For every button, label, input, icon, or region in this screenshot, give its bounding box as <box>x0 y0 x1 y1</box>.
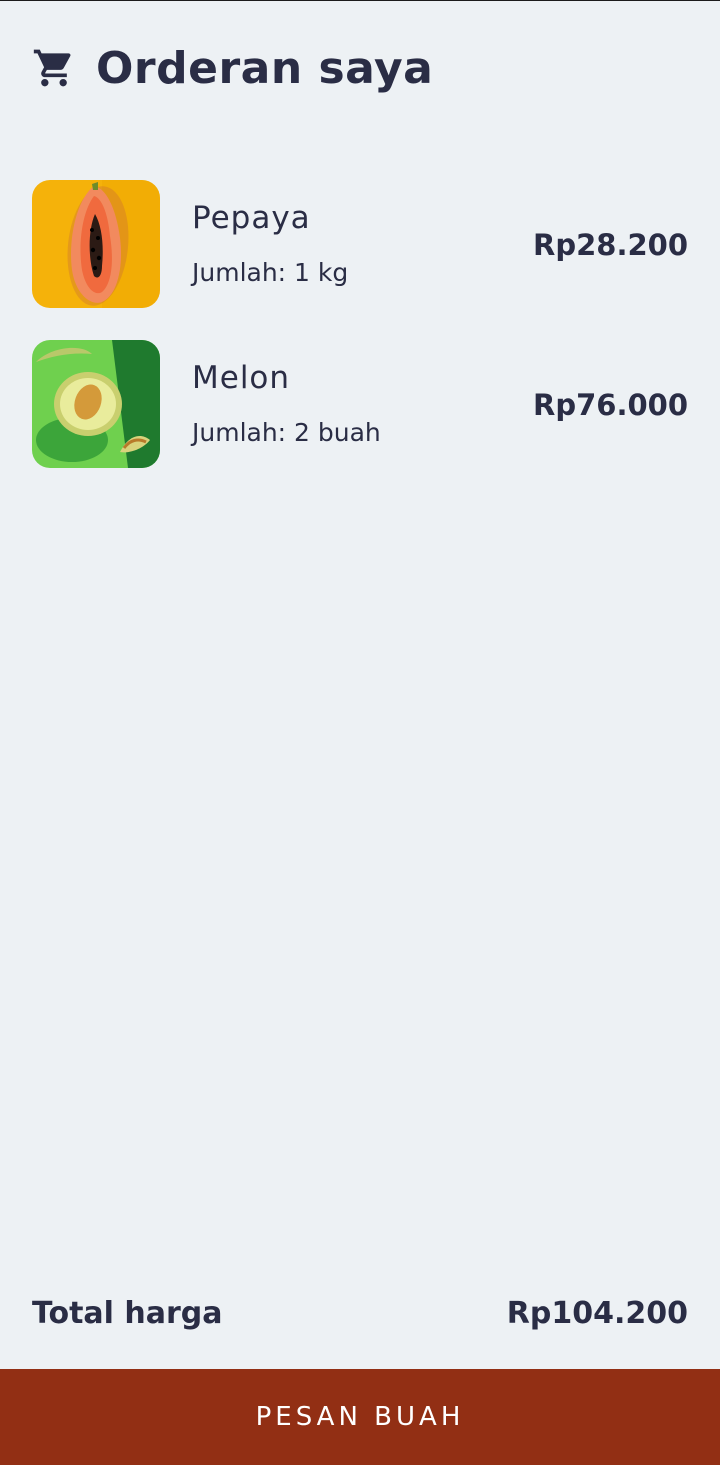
cart-icon <box>32 46 76 90</box>
item-name: Pepaya <box>192 200 311 236</box>
order-item-pepaya[interactable]: Pepaya Jumlah: 1 kg Rp28.200 <box>32 180 688 308</box>
order-fruit-button[interactable]: PESAN BUAH <box>0 1369 720 1465</box>
item-name: Melon <box>192 360 291 396</box>
page-header: Orderan saya <box>32 38 433 98</box>
order-list: Pepaya Jumlah: 1 kg Rp28.200 Melon Jumla… <box>32 180 688 500</box>
top-divider <box>0 0 720 1</box>
item-price: Rp76.000 <box>533 388 688 422</box>
total-value: Rp104.200 <box>506 1296 688 1331</box>
order-item-melon[interactable]: Melon Jumlah: 2 buah Rp76.000 <box>32 340 688 468</box>
item-quantity: Jumlah: 1 kg <box>192 258 349 287</box>
item-price: Rp28.200 <box>533 228 688 262</box>
total-label: Total harga <box>32 1296 223 1331</box>
total-row: Total harga Rp104.200 <box>32 1296 688 1340</box>
melon-image <box>32 340 160 468</box>
page-title: Orderan saya <box>96 42 434 94</box>
item-quantity: Jumlah: 2 buah <box>192 418 381 447</box>
papaya-image <box>32 180 160 308</box>
